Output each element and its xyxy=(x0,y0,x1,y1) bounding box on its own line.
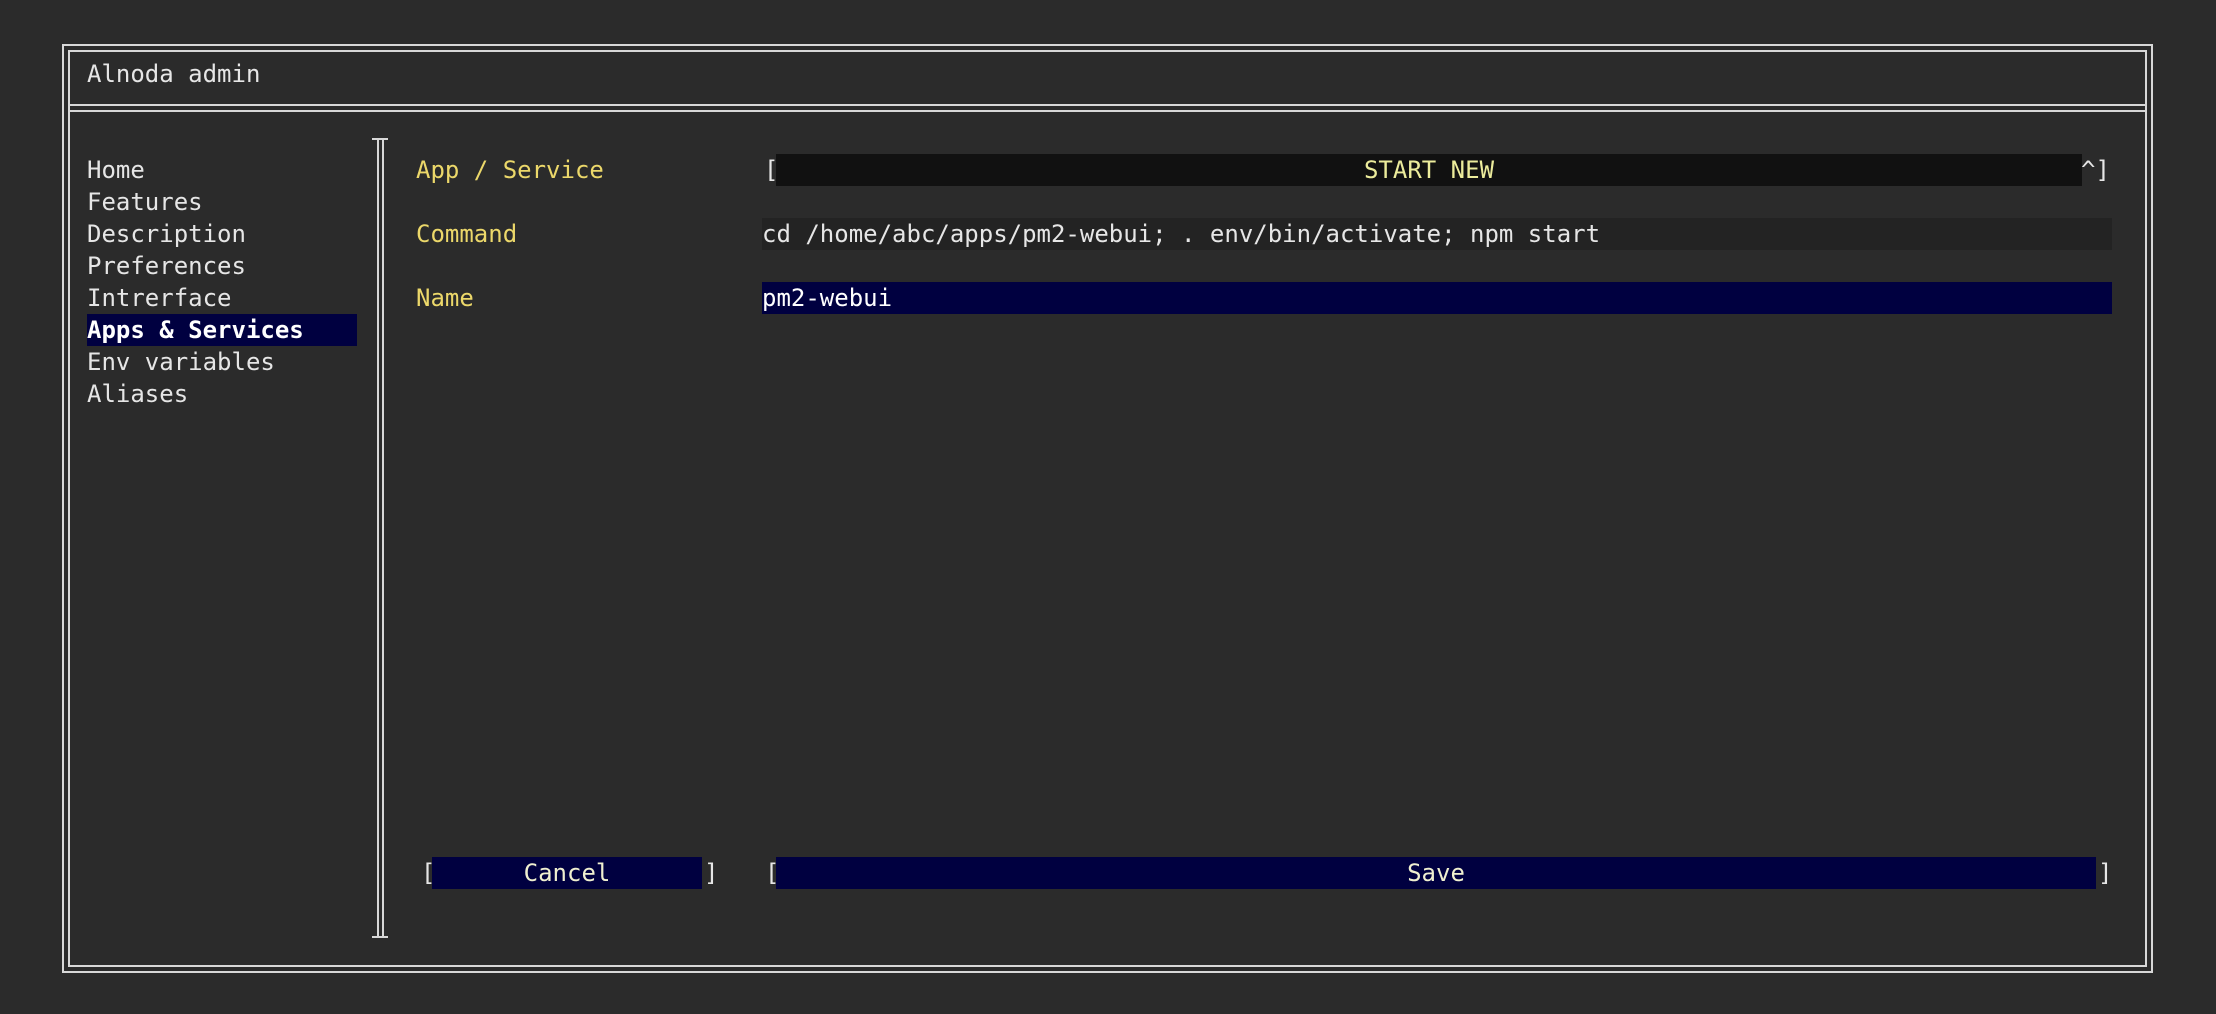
command-input[interactable]: cd /home/abc/apps/pm2-webui; . env/bin/a… xyxy=(762,218,2112,250)
cancel-button-label[interactable]: Cancel xyxy=(432,857,702,889)
sidebar-item-interface[interactable]: Intrerface xyxy=(87,282,357,314)
command-label: Command xyxy=(416,220,518,248)
name-input[interactable]: pm2-webui xyxy=(762,282,2112,314)
sidebar-item-features[interactable]: Features xyxy=(87,186,357,218)
dropdown-toggle-icon[interactable]: ^] xyxy=(2081,154,2110,186)
sidebar-item-aliases[interactable]: Aliases xyxy=(87,378,357,410)
sidebar-item-description[interactable]: Description xyxy=(87,218,357,250)
cancel-right-bracket: ] xyxy=(704,859,719,887)
window-title: Alnoda admin xyxy=(87,60,261,88)
app-service-selected-value[interactable]: START NEW xyxy=(776,154,2082,186)
sidebar-item-home[interactable]: Home xyxy=(87,154,357,186)
sidebar-item-preferences[interactable]: Preferences xyxy=(87,250,357,282)
name-label: Name xyxy=(416,284,474,312)
save-right-bracket: ] xyxy=(2098,859,2113,887)
sidebar-item-apps-services[interactable]: Apps & Services xyxy=(87,314,357,346)
app-service-label: App / Service xyxy=(416,156,604,184)
sidebar-item-env-variables[interactable]: Env variables xyxy=(87,346,357,378)
save-button-label[interactable]: Save xyxy=(776,857,2096,889)
